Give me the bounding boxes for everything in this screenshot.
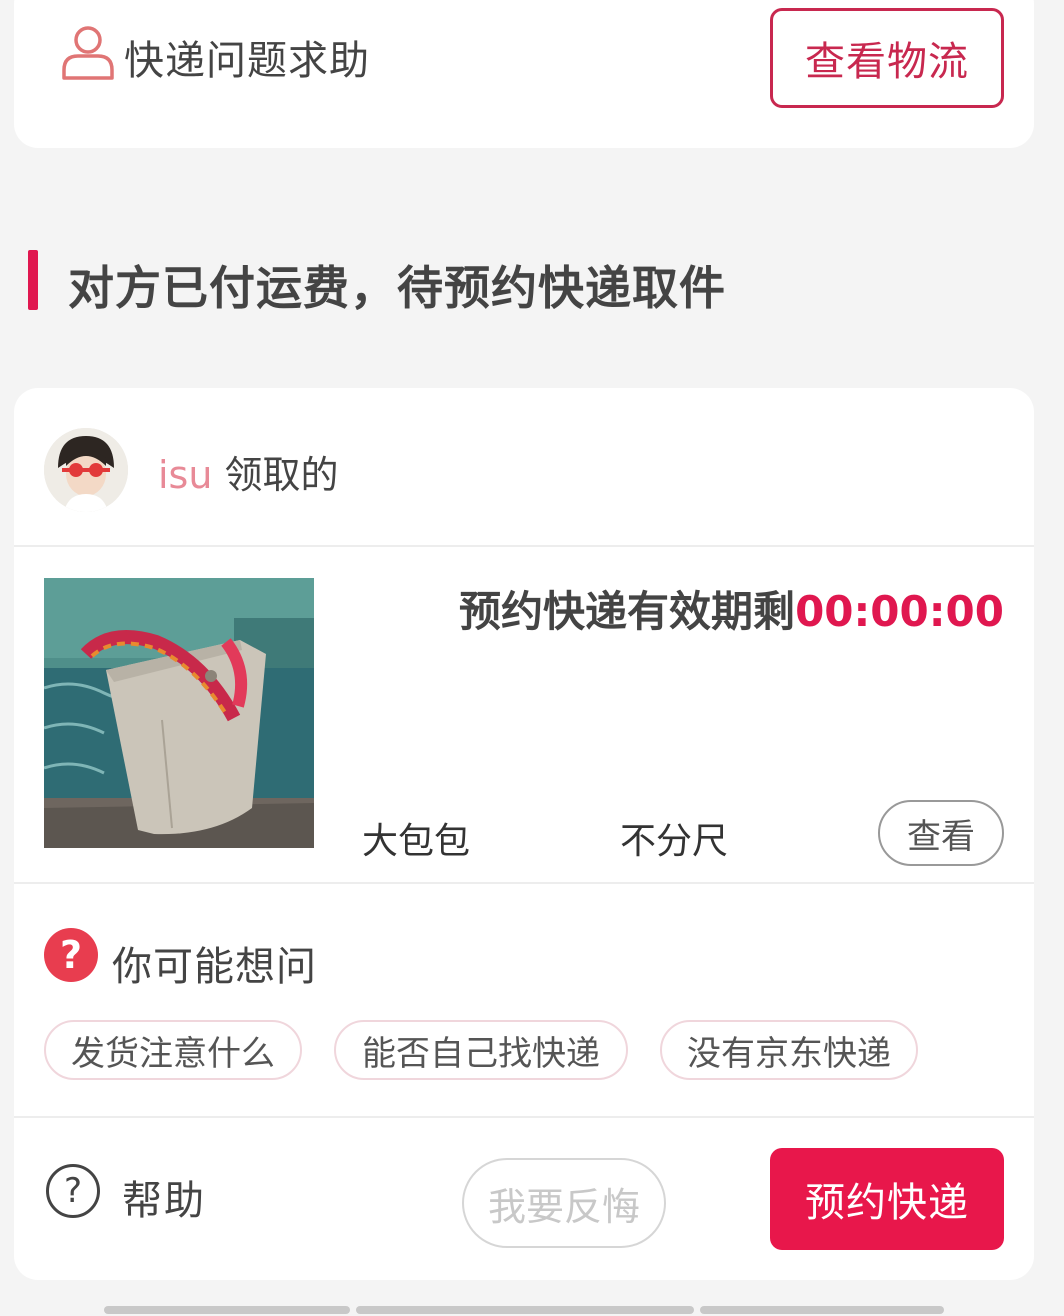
product-size: 不分尺 [620, 821, 729, 862]
divider [14, 545, 1034, 547]
countdown-time: 00:00:00 [795, 587, 1004, 636]
view-product-button[interactable]: 查看 [878, 800, 1004, 866]
bottom-indicator [104, 1306, 350, 1314]
order-card: isu 领取的 预约快递有效期剩00:00:00 大包包 不分尺 查看 ? 你可… [14, 388, 1034, 1280]
express-help-title: 快递问题求助 [124, 38, 370, 84]
divider [14, 882, 1034, 884]
divider [14, 1116, 1034, 1118]
faq-chip[interactable]: 能否自己找快递 [334, 1020, 628, 1080]
view-logistics-button[interactable]: 查看物流 [770, 8, 1004, 108]
regret-button[interactable]: 我要反悔 [462, 1158, 666, 1248]
avatar-image [44, 428, 128, 512]
bottom-indicator [700, 1306, 944, 1314]
bottom-indicator [356, 1306, 694, 1314]
booking-countdown: 预约快递有效期剩00:00:00 [459, 578, 1004, 639]
order-status-heading: 对方已付运费，待预约快递取件 [68, 261, 726, 315]
product-name: 大包包 [362, 821, 471, 862]
faq-chip[interactable]: 发货注意什么 [44, 1020, 302, 1080]
countdown-label: 预约快递有效期剩 [459, 587, 796, 636]
book-courier-button[interactable]: 预约快递 [770, 1148, 1004, 1250]
question-icon: ? [44, 928, 98, 982]
claimer-name[interactable]: isu [158, 453, 212, 497]
faq-title: 你可能想问 [112, 944, 317, 990]
page: 快递问题求助 查看物流 对方已付运费，待预约快递取件 isu 领取的 预约快递有… [0, 0, 1064, 1316]
section-accent-bar [28, 250, 38, 310]
product-image[interactable] [44, 578, 314, 848]
help-circle-icon[interactable]: ? [46, 1164, 100, 1218]
claimer-suffix: 领取的 [224, 453, 339, 497]
person-icon [62, 26, 114, 80]
faq-chip[interactable]: 没有京东快递 [660, 1020, 918, 1080]
express-help-card: 快递问题求助 查看物流 [14, 0, 1034, 148]
claimer-line: isu 领取的 [158, 444, 338, 499]
avatar[interactable] [44, 428, 128, 512]
help-label[interactable]: 帮助 [122, 1168, 206, 1226]
handbag-photo [44, 578, 314, 848]
